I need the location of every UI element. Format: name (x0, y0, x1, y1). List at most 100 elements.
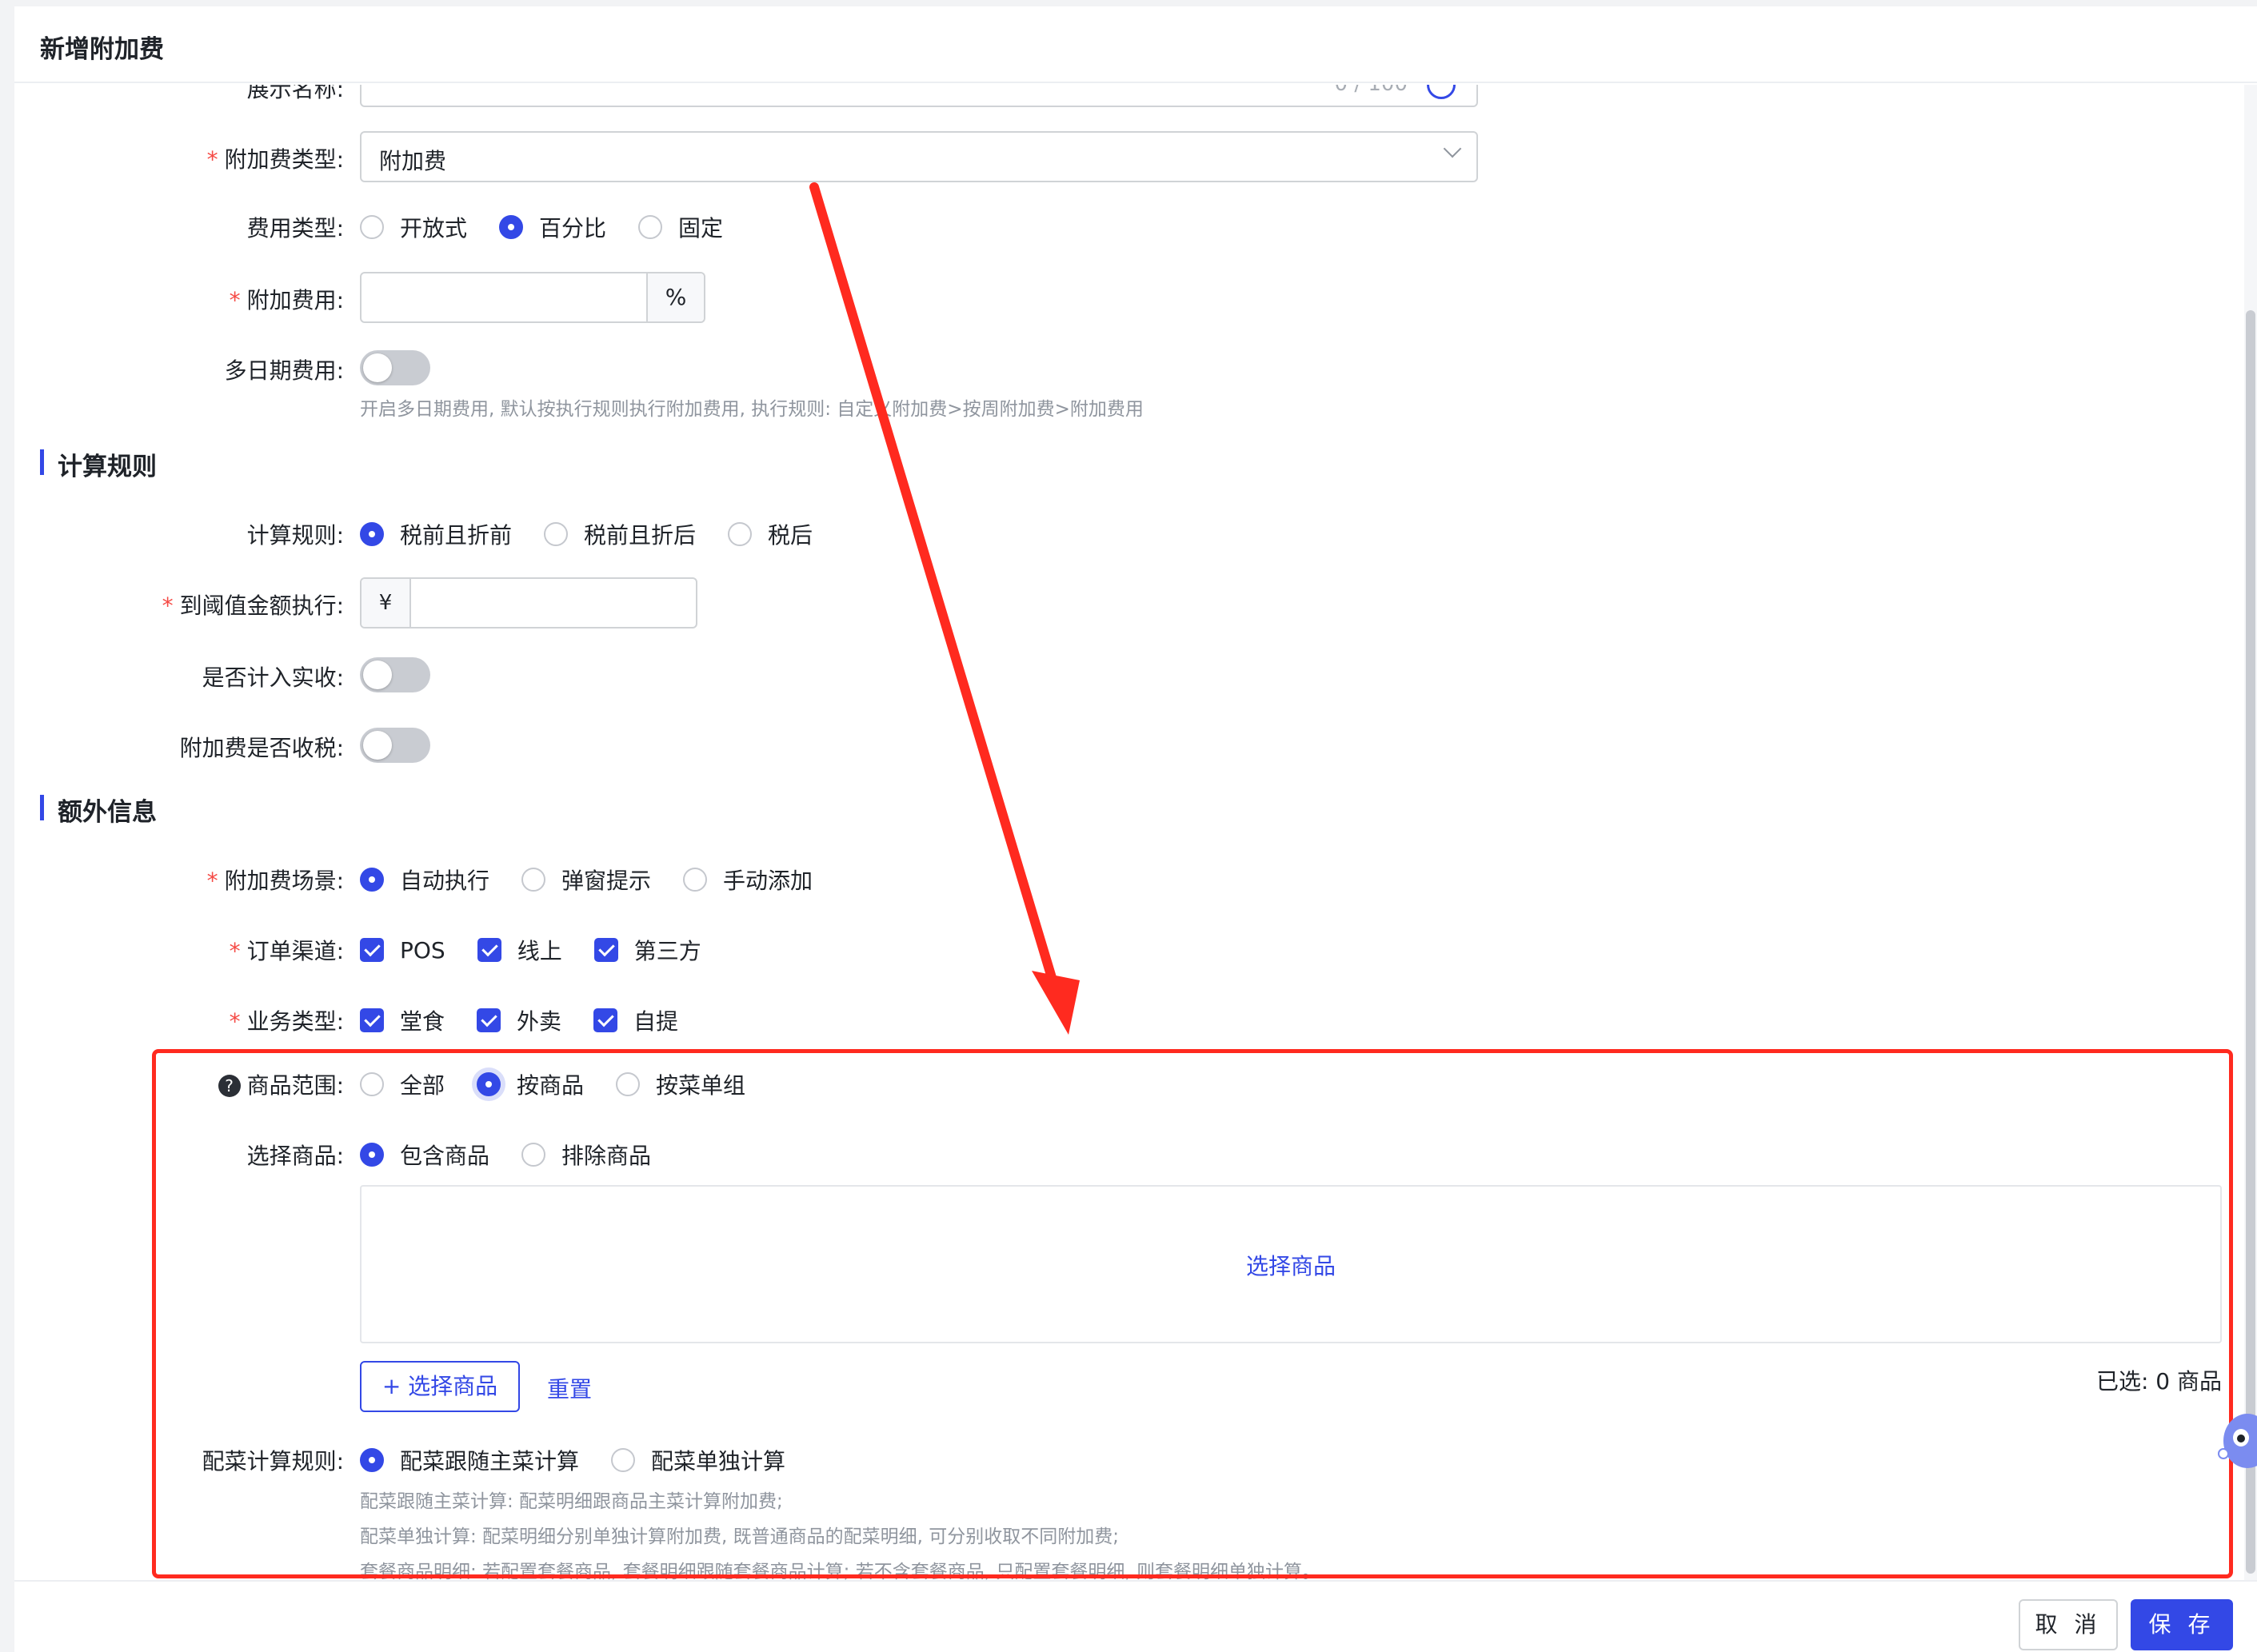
checkbox-checked-icon[interactable] (593, 1008, 618, 1032)
radio-icon[interactable] (728, 522, 753, 546)
add-products-button[interactable]: + 选择商品 (360, 1361, 520, 1412)
save-button[interactable]: 保 存 (2131, 1599, 2233, 1650)
channel-row: * 订单渠道: POS 线上 第三方 (14, 923, 2222, 974)
reset-link[interactable]: 重置 (547, 1372, 592, 1404)
calc-rule-pretax-postdiscount[interactable]: 税前且折后 (544, 518, 696, 550)
radio-checked-icon[interactable] (360, 522, 384, 546)
fee-type-open[interactable]: 开放式 (360, 211, 467, 243)
display-name-input[interactable]: 0 / 100 (360, 85, 1478, 107)
count-in-actual-toggle[interactable] (360, 657, 430, 692)
scene-manual[interactable]: 手动添加 (683, 864, 813, 896)
scene-row: * 附加费场景: 自动执行 弹窗提示 手动添加 (14, 852, 2222, 904)
globe-icon[interactable] (1427, 85, 1456, 99)
scope-all[interactable]: 全部 (360, 1068, 445, 1100)
radio-icon[interactable] (360, 1072, 384, 1096)
radio-icon[interactable] (611, 1448, 636, 1472)
side-rule-hint-3: 套餐商品明细: 若配置套餐商品, 套餐明细跟随套餐商品计算; 若不含套餐商品, … (360, 1562, 1320, 1580)
threshold-row: * 到阈值金额执行: ¥ (14, 577, 2222, 628)
help-icon[interactable]: ? (218, 1075, 241, 1097)
assistant-mascot-icon[interactable] (2217, 1407, 2257, 1474)
side-rule-hint-1: 配菜跟随主菜计算: 配菜明细跟商品主菜计算附加费; (360, 1491, 783, 1512)
fee-type-label: 费用类型: (246, 215, 344, 241)
display-name-label: 展示名称: (246, 85, 344, 102)
threshold-input[interactable]: ¥ (360, 577, 697, 628)
side-follow-main[interactable]: 配菜跟随主菜计算 (360, 1444, 579, 1476)
radio-icon[interactable] (360, 215, 384, 239)
fee-type-row: 费用类型: 开放式 百分比 固定 (14, 200, 2222, 251)
calc-rule-row: 计算规则: 税前且折前 税前且折后 税后 (14, 507, 2222, 558)
scene-popup[interactable]: 弹窗提示 (521, 864, 651, 896)
channel-pos[interactable]: POS (360, 937, 445, 964)
checkbox-checked-icon[interactable] (477, 938, 501, 962)
chevron-down-icon (1443, 139, 1462, 158)
side-rule-hint-2: 配菜单独计算: 配菜明细分别单独计算附加费, 既普通商品的配菜明细, 可分别收取… (360, 1526, 1120, 1547)
scene-label: * 附加费场景: (206, 868, 344, 894)
select-products-label: 选择商品: (246, 1143, 344, 1169)
radio-icon[interactable] (638, 215, 663, 239)
select-products-link[interactable]: 选择商品 (362, 1249, 2220, 1281)
count-in-actual-label: 是否计入实收: (202, 664, 344, 691)
fee-type-percent[interactable]: 百分比 (499, 211, 606, 243)
cancel-button[interactable]: 取 消 (2019, 1599, 2118, 1650)
surcharge-type-value: 附加费 (379, 148, 447, 174)
multi-date-label: 多日期费用: (224, 357, 344, 384)
section-calc-rules: 计算规则 (40, 446, 157, 482)
radio-checked-icon[interactable] (360, 1143, 384, 1167)
surcharge-amount-input[interactable]: % (360, 272, 705, 323)
calc-rule-pretax-prediscount[interactable]: 税前且折前 (360, 518, 512, 550)
checkbox-checked-icon[interactable] (360, 938, 384, 962)
side-separate[interactable]: 配菜单独计算 (611, 1444, 785, 1476)
dialog-header: 新增附加费 (14, 6, 2257, 83)
count-in-actual-row: 是否计入实收: (14, 649, 2222, 700)
multi-date-toggle[interactable] (360, 350, 430, 385)
scope-by-product[interactable]: 按商品 (477, 1068, 584, 1100)
channel-online[interactable]: 线上 (477, 934, 562, 966)
radio-icon[interactable] (521, 1143, 546, 1167)
percent-suffix: % (646, 273, 704, 321)
scene-auto[interactable]: 自动执行 (360, 864, 489, 896)
surcharge-amount-label: * 附加费用: (229, 287, 344, 313)
select-products-row: 选择商品: 包含商品 排除商品 (14, 1127, 2222, 1179)
radio-icon[interactable] (683, 868, 708, 892)
surcharge-type-label: * 附加费类型: (206, 146, 344, 173)
select-products-radios: 包含商品 排除商品 (360, 1139, 683, 1171)
dialog-title: 新增附加费 (40, 35, 164, 64)
dialog: 新增附加费 展示名称: 0 / 100 *附加费类型: 附加费 费用类型: 开放… (14, 6, 2257, 1652)
fee-type-fixed[interactable]: 固定 (638, 211, 723, 243)
multi-date-row: 多日期费用: (14, 342, 2222, 393)
business-delivery[interactable]: 外卖 (477, 1004, 561, 1036)
radio-icon[interactable] (616, 1072, 641, 1096)
radio-checked-icon[interactable] (360, 868, 384, 892)
radio-checked-icon[interactable] (499, 215, 524, 239)
multi-date-hint: 开启多日期费用, 默认按执行规则执行附加费用, 执行规则: 自定义附加费>按周附… (360, 399, 1144, 420)
calc-rule-radios: 税前且折前 税前且折后 税后 (360, 518, 845, 550)
side-rule-radios: 配菜跟随主菜计算 配菜单独计算 (360, 1444, 817, 1476)
taxable-toggle[interactable] (360, 728, 430, 763)
exclude-products[interactable]: 排除商品 (521, 1139, 651, 1171)
dialog-footer: 取 消 保 存 (14, 1580, 2257, 1652)
business-pickup[interactable]: 自提 (593, 1004, 678, 1036)
checkbox-checked-icon[interactable] (360, 1008, 384, 1032)
scrollbar[interactable] (2244, 85, 2257, 1580)
side-rule-label: 配菜计算规则: (202, 1448, 344, 1474)
surcharge-type-select[interactable]: 附加费 (360, 131, 1478, 182)
radio-checked-icon[interactable] (360, 1448, 384, 1472)
business-dine-in[interactable]: 堂食 (360, 1004, 445, 1036)
scrollbar-thumb[interactable] (2246, 310, 2255, 1574)
checkbox-checked-icon[interactable] (593, 938, 618, 962)
radio-icon[interactable] (544, 522, 569, 546)
business-checkboxes: 堂食 外卖 自提 (360, 1004, 710, 1036)
channel-third-party[interactable]: 第三方 (593, 934, 701, 966)
radio-icon[interactable] (521, 868, 546, 892)
scope-by-menu-group[interactable]: 按菜单组 (616, 1068, 745, 1100)
checkbox-checked-icon[interactable] (477, 1008, 501, 1032)
radio-checked-icon[interactable] (477, 1072, 501, 1096)
include-products[interactable]: 包含商品 (360, 1139, 489, 1171)
channel-label: * 订单渠道: (229, 938, 344, 964)
taxable-label: 附加费是否收税: (179, 735, 344, 761)
calc-rule-posttax[interactable]: 税后 (728, 518, 813, 550)
surcharge-type-row: * 附加费类型: 附加费 (14, 131, 2222, 182)
display-name-row: 展示名称: 0 / 100 (14, 85, 2222, 109)
surcharge-amount-row: * 附加费用: % (14, 272, 2222, 323)
char-counter: 0 / 100 (1335, 85, 1408, 96)
